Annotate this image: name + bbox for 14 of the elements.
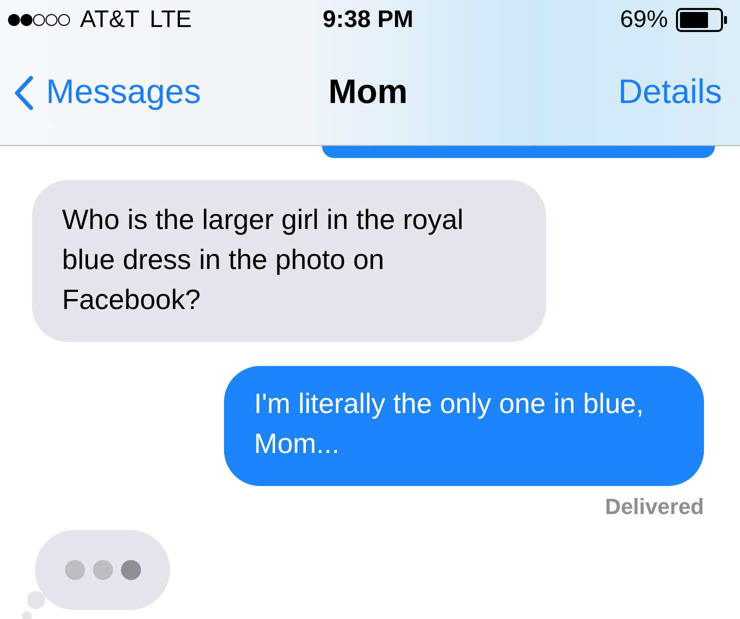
conversation-title: Mom <box>328 73 408 112</box>
details-link[interactable]: Details <box>618 73 722 112</box>
back-label: Messages <box>46 73 201 112</box>
battery-percent: 69% <box>620 6 668 34</box>
network-type: LTE <box>150 6 192 34</box>
signal-icon <box>8 13 70 27</box>
carrier-name: AT&T <box>80 6 140 34</box>
message-bubble: I'm literally the only one in blue, Mom... <box>224 366 704 486</box>
battery-icon <box>676 8 728 32</box>
back-icon <box>14 76 34 110</box>
back-button[interactable]: Messages <box>14 73 328 112</box>
clock: 9:38 PM <box>322 6 414 34</box>
message-bubble: Who is the larger girl in the royal blue dress in the photo on Facebook? <box>32 180 546 342</box>
delivery-status: Delivered <box>604 494 704 520</box>
